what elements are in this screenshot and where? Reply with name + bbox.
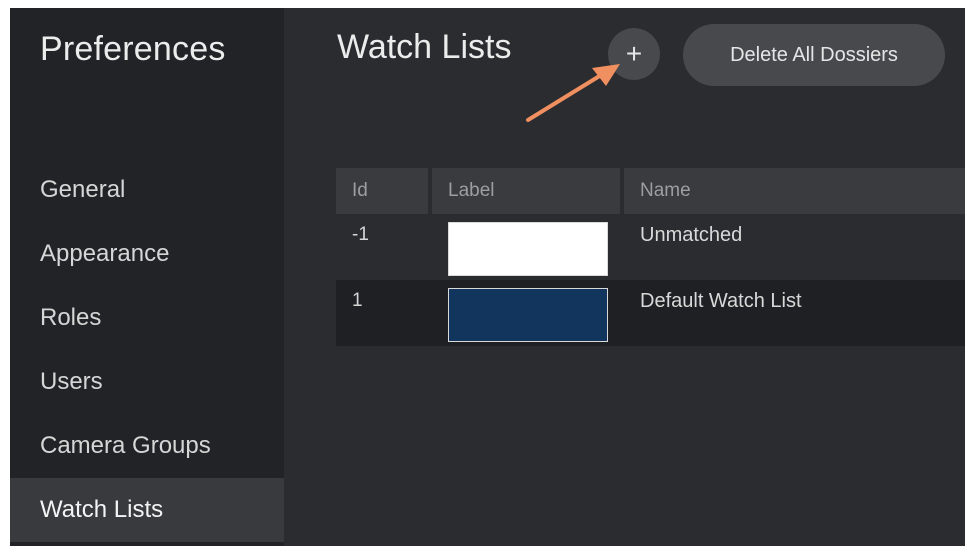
column-header-label[interactable]: Label: [432, 168, 620, 214]
watch-lists-table: Id Label Name -1 Unmatched 1 Default Wat…: [336, 168, 965, 346]
sidebar-item-roles[interactable]: Roles: [10, 286, 284, 350]
sidebar-title: Preferences: [40, 30, 226, 68]
label-color-swatch[interactable]: [448, 222, 608, 276]
column-header-id[interactable]: Id: [336, 168, 428, 214]
page-title: Watch Lists: [337, 28, 512, 66]
sidebar-nav: General Appearance Roles Users Camera Gr…: [10, 158, 284, 542]
column-header-name[interactable]: Name: [624, 168, 965, 214]
sidebar-item-general[interactable]: General: [10, 158, 284, 222]
annotation-arrow: [526, 64, 620, 122]
cell-id: 1: [352, 290, 363, 311]
label-color-swatch[interactable]: [448, 288, 608, 342]
cell-id: -1: [352, 224, 369, 245]
cell-name: Default Watch List: [640, 290, 802, 312]
sidebar-item-camera-groups[interactable]: Camera Groups: [10, 414, 284, 478]
sidebar-item-watch-lists[interactable]: Watch Lists: [10, 478, 284, 542]
table-row[interactable]: -1 Unmatched: [336, 214, 965, 280]
sidebar: Preferences General Appearance Roles Use…: [10, 8, 284, 546]
delete-all-dossiers-button[interactable]: Delete All Dossiers: [683, 24, 945, 86]
table-row[interactable]: 1 Default Watch List: [336, 280, 965, 346]
preferences-window: Preferences General Appearance Roles Use…: [10, 8, 965, 546]
sidebar-item-users[interactable]: Users: [10, 350, 284, 414]
table-header: Id Label Name: [336, 168, 965, 214]
sidebar-item-appearance[interactable]: Appearance: [10, 222, 284, 286]
cell-name: Unmatched: [640, 224, 743, 246]
